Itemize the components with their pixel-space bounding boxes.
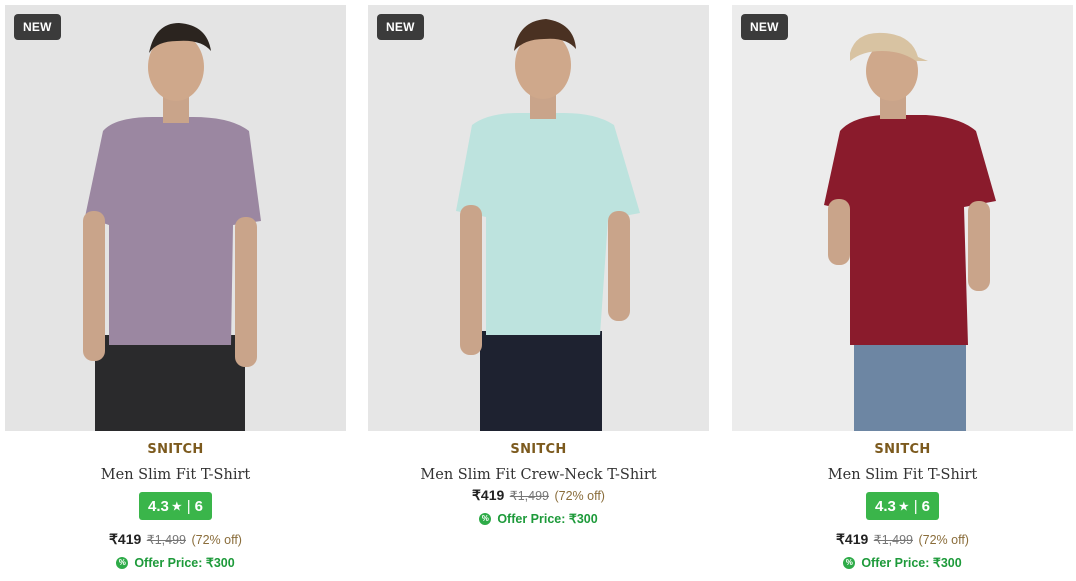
new-badge: NEW (377, 14, 424, 40)
model-photo (368, 5, 709, 431)
offer-price: % Offer Price: ₹300 (368, 510, 709, 528)
rating-separator: | (186, 497, 191, 515)
new-badge: NEW (14, 14, 61, 40)
offer-price: % Offer Price: ₹300 (732, 554, 1073, 572)
offer-price-text: Offer Price: ₹300 (861, 556, 962, 570)
percent-badge-icon: % (116, 557, 129, 569)
product-info: SNITCH Men Slim Fit T-Shirt 4.3 ★ | 6 ₹4… (5, 441, 346, 572)
rating-badge: 4.3 ★ | 6 (139, 492, 212, 520)
new-badge: NEW (741, 14, 788, 40)
product-info: SNITCH Men Slim Fit T-Shirt 4.3 ★ | 6 ₹4… (732, 441, 1073, 572)
offer-price-text: Offer Price: ₹300 (134, 556, 235, 570)
offer-price-text: Offer Price: ₹300 (497, 512, 598, 526)
rating-count: 6 (921, 497, 930, 515)
brand-name: SNITCH (874, 442, 931, 457)
star-icon: ★ (898, 500, 909, 513)
product-info: SNITCH Men Slim Fit Crew-Neck T-Shirt ₹4… (368, 441, 709, 528)
product-image[interactable]: NEW (732, 5, 1073, 431)
product-image[interactable]: NEW (5, 5, 346, 431)
rating-value: 4.3 (148, 497, 169, 515)
product-title[interactable]: Men Slim Fit T-Shirt (732, 465, 1073, 485)
price-row: ₹419 ₹1,499 (72% off) (5, 530, 346, 548)
product-grid: NEW SNITCH Men Slim Fit T-Shirt 4.3 ★ | … (0, 0, 1076, 581)
brand-name: SNITCH (510, 442, 567, 457)
rating-separator: | (913, 497, 918, 515)
model-photo (732, 5, 1073, 431)
percent-badge-icon: % (479, 513, 492, 525)
rating-value: 4.3 (875, 497, 896, 515)
product-card[interactable]: NEW SNITCH Men Slim Fit T-Shirt 4.3 ★ | … (5, 5, 346, 581)
mrp-price: ₹1,499 (873, 533, 913, 547)
price-row: ₹419 ₹1,499 (72% off) (368, 486, 709, 504)
brand-name: SNITCH (147, 442, 204, 457)
discount-text: (72% off) (554, 489, 605, 503)
mrp-price: ₹1,499 (146, 533, 186, 547)
product-title[interactable]: Men Slim Fit Crew-Neck T-Shirt (368, 465, 709, 485)
percent-badge-icon: % (843, 557, 856, 569)
product-card[interactable]: NEW SNITCH Men Slim Fit T-Shirt 4.3 ★ | … (732, 5, 1073, 581)
selling-price: ₹419 (109, 531, 142, 547)
rating-badge: 4.3 ★ | 6 (866, 492, 939, 520)
mrp-price: ₹1,499 (509, 489, 549, 503)
product-image[interactable]: NEW (368, 5, 709, 431)
discount-text: (72% off) (918, 533, 969, 547)
product-card[interactable]: NEW SNITCH Men Slim Fit Crew-Neck T-Shir… (368, 5, 709, 581)
discount-text: (72% off) (191, 533, 242, 547)
price-row: ₹419 ₹1,499 (72% off) (732, 530, 1073, 548)
selling-price: ₹419 (472, 487, 505, 503)
rating-count: 6 (194, 497, 203, 515)
model-photo (5, 5, 346, 431)
star-icon: ★ (171, 500, 182, 513)
offer-price: % Offer Price: ₹300 (5, 554, 346, 572)
product-title[interactable]: Men Slim Fit T-Shirt (5, 465, 346, 485)
selling-price: ₹419 (836, 531, 869, 547)
